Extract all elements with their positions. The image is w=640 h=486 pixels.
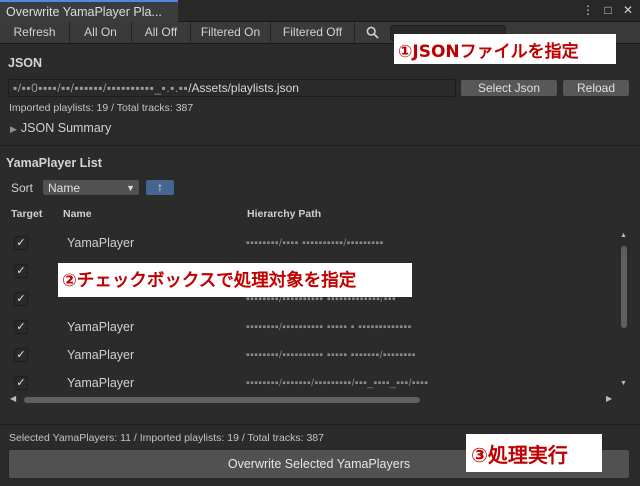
- refresh-button[interactable]: Refresh: [0, 22, 70, 44]
- filtered-off-button[interactable]: Filtered Off: [271, 22, 355, 44]
- window-tab[interactable]: Overwrite YamaPlayer Pla...: [0, 0, 178, 22]
- json-path-suffix: /Assets/playlists.json: [188, 81, 299, 95]
- more-options-icon[interactable]: ⋮: [582, 3, 594, 17]
- column-header-path: Hierarchy Path: [247, 208, 322, 220]
- json-summary-label: JSON Summary: [20, 121, 112, 135]
- scroll-left-icon[interactable]: ◀: [10, 394, 16, 403]
- yamaplayer-list: ✓ YamaPlayer ▪▪▪▪▪▪▪▪/▪▪▪▪ ▪▪▪▪▪▪▪▪▪▪/▪▪…: [0, 226, 628, 390]
- scroll-right-icon[interactable]: ▶: [606, 394, 612, 403]
- annotation-step-2: ②チェックボックスで処理対象を指定: [58, 263, 412, 297]
- all-off-button[interactable]: All Off: [132, 22, 191, 44]
- target-checkbox[interactable]: ✓: [14, 292, 28, 306]
- column-header-target: Target: [11, 208, 43, 220]
- reload-button[interactable]: Reload: [562, 79, 630, 97]
- search-icon[interactable]: [355, 22, 389, 44]
- horizontal-scrollbar[interactable]: ◀ ▶: [8, 394, 618, 406]
- selection-status-text: Selected YamaPlayers: 11 / Imported play…: [9, 432, 324, 444]
- json-summary-foldout[interactable]: ▶ JSON Summary: [10, 121, 111, 135]
- target-checkbox[interactable]: ✓: [14, 236, 28, 250]
- row-hierarchy-path: ▪▪▪▪▪▪▪▪/▪▪▪▪▪▪▪▪▪▪ ▪▪▪▪▪ ▪ ▪▪▪▪▪▪▪▪▪▪▪▪…: [246, 321, 412, 333]
- close-icon[interactable]: ✕: [622, 3, 634, 17]
- scroll-down-icon[interactable]: ▼: [620, 380, 627, 387]
- json-section-title: JSON: [8, 56, 43, 70]
- maximize-icon[interactable]: □: [602, 3, 614, 17]
- row-hierarchy-path: ▪▪▪▪▪▪▪▪/▪▪▪▪▪▪▪/▪▪▪▪▪▪▪▪▪/▪▪▪_▪▪▪▪_▪▪▪/…: [246, 377, 429, 389]
- chevron-down-icon: ▼: [126, 183, 135, 193]
- target-checkbox[interactable]: ✓: [14, 320, 28, 334]
- vertical-scroll-thumb[interactable]: [621, 246, 627, 328]
- filtered-on-button[interactable]: Filtered On: [191, 22, 271, 44]
- select-json-button[interactable]: Select Json: [460, 79, 558, 97]
- table-row: ✓ YamaPlayer ▪▪▪▪▪▪▪▪/▪▪▪▪▪▪▪/▪▪▪▪▪▪▪▪▪/…: [0, 368, 628, 390]
- sort-direction-button[interactable]: ↑: [145, 179, 175, 196]
- annotation-step-1: ①JSONファイルを指定: [394, 34, 616, 64]
- sort-label: Sort: [11, 181, 34, 195]
- column-header-name: Name: [63, 208, 92, 220]
- row-hierarchy-path: ▪▪▪▪▪▪▪▪/▪▪▪▪ ▪▪▪▪▪▪▪▪▪▪/▪▪▪▪▪▪▪▪▪: [246, 237, 384, 249]
- footer-divider: [0, 424, 640, 425]
- section-divider: [0, 145, 640, 146]
- target-checkbox[interactable]: ✓: [14, 264, 28, 278]
- row-name: YamaPlayer: [67, 348, 135, 362]
- json-path-field[interactable]: ▪/▪▪0▪▪▪▪/▪▪/▪▪▪▪▪▪/▪▪▪▪▪▪▪▪▪▪_▪.▪.▪▪/As…: [8, 79, 456, 97]
- all-on-button[interactable]: All On: [70, 22, 132, 44]
- row-name: YamaPlayer: [67, 236, 135, 250]
- horizontal-scroll-thumb[interactable]: [24, 397, 420, 403]
- json-path-prefix: ▪/▪▪0▪▪▪▪/▪▪/▪▪▪▪▪▪/▪▪▪▪▪▪▪▪▪▪_▪.▪.▪▪: [13, 81, 189, 95]
- scroll-up-icon[interactable]: ▲: [620, 232, 627, 239]
- table-row: ✓ YamaPlayer ▪▪▪▪▪▪▪▪/▪▪▪▪▪▪▪▪▪▪ ▪▪▪▪▪ ▪…: [0, 312, 628, 340]
- table-row: ✓ YamaPlayer ▪▪▪▪▪▪▪▪/▪▪▪▪▪▪▪▪▪▪ ▪▪▪▪▪ ▪…: [0, 340, 628, 368]
- foldout-arrow-icon: ▶: [10, 124, 17, 134]
- table-row: ✓ YamaPlayer ▪▪▪▪▪▪▪▪/▪▪▪▪ ▪▪▪▪▪▪▪▪▪▪/▪▪…: [0, 228, 628, 256]
- list-section-title: YamaPlayer List: [6, 156, 102, 170]
- sort-select[interactable]: Name ▼: [42, 179, 140, 196]
- annotation-step-3: ③処理実行: [466, 434, 602, 472]
- vertical-scrollbar[interactable]: ▲ ▼: [618, 232, 630, 390]
- imported-summary-text: Imported playlists: 19 / Total tracks: 3…: [9, 102, 194, 114]
- sort-select-value: Name: [48, 181, 81, 195]
- window-controls: ⋮ □ ✕: [582, 3, 634, 17]
- row-hierarchy-path: ▪▪▪▪▪▪▪▪/▪▪▪▪▪▪▪▪▪▪ ▪▪▪▪▪ ▪▪▪▪▪▪▪/▪▪▪▪▪▪…: [246, 349, 416, 361]
- window-titlebar: Overwrite YamaPlayer Pla... ⋮ □ ✕: [0, 0, 640, 22]
- row-name: YamaPlayer: [67, 376, 135, 390]
- row-name: YamaPlayer: [67, 320, 135, 334]
- target-checkbox[interactable]: ✓: [14, 376, 28, 390]
- target-checkbox[interactable]: ✓: [14, 348, 28, 362]
